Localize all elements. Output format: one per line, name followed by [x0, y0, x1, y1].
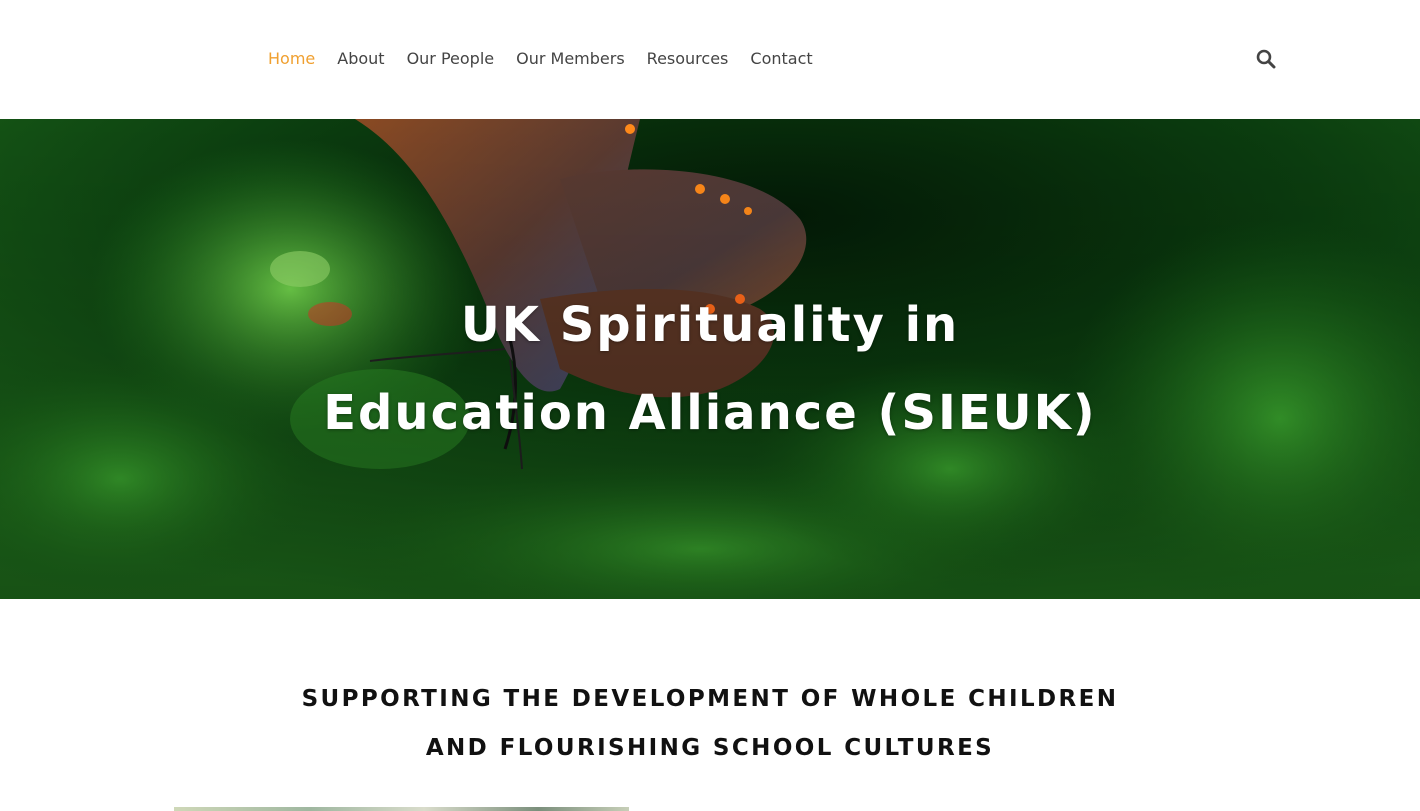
content-image-top-edge: [174, 807, 629, 811]
hero-banner: UK Spirituality in Education Alliance (S…: [0, 119, 1420, 599]
hero-title-line-1: UK Spirituality in: [460, 297, 960, 353]
nav-item-contact[interactable]: Contact: [750, 47, 812, 71]
nav-item-home[interactable]: Home: [268, 47, 315, 71]
main-nav: Home About Our People Our Members Resour…: [268, 47, 835, 71]
site-header: Home About Our People Our Members Resour…: [0, 0, 1420, 119]
section-heading-line-1: SUPPORTING THE DEVELOPMENT OF WHOLE CHIL…: [301, 686, 1119, 712]
hero-title-line-2: Education Alliance (SIEUK): [323, 385, 1097, 441]
search-icon: [1256, 49, 1276, 69]
nav-item-our-people[interactable]: Our People: [407, 47, 495, 71]
section-heading-line-2: AND FLOURISHING SCHOOL CULTURES: [425, 735, 995, 761]
nav-item-our-members[interactable]: Our Members: [516, 47, 625, 71]
nav-item-resources[interactable]: Resources: [647, 47, 729, 71]
search-button[interactable]: [1256, 49, 1276, 69]
nav-item-about[interactable]: About: [337, 47, 384, 71]
hero-background-image: [0, 119, 1420, 599]
